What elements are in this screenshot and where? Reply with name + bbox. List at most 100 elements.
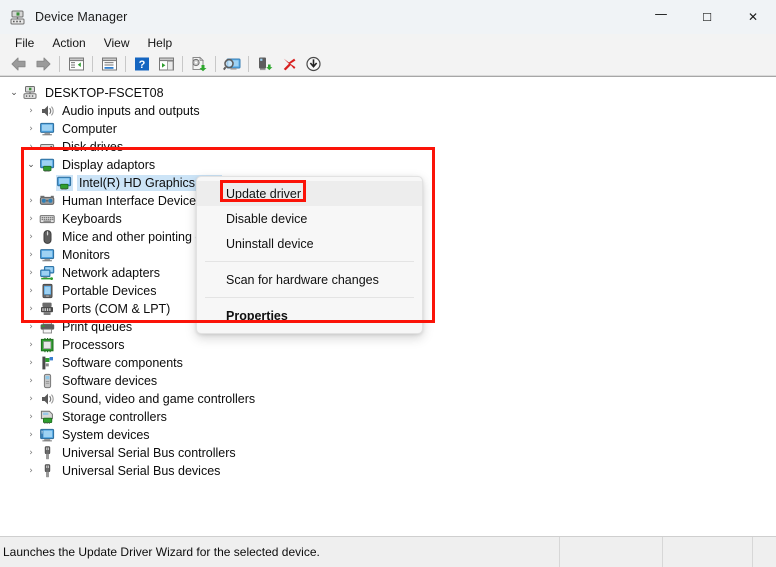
ctx-item-label: Properties <box>226 308 288 323</box>
tree-row-label: Ports (COM & LPT) <box>62 302 171 316</box>
status-bar: Launches the Update Driver Wizard for th… <box>0 536 776 567</box>
minimize-button[interactable]: — <box>638 0 684 34</box>
chevron-right-icon[interactable]: › <box>23 408 39 426</box>
help-icon[interactable]: ? <box>130 53 154 75</box>
back-icon[interactable] <box>7 53 31 75</box>
tree-row-label: Audio inputs and outputs <box>62 104 200 118</box>
title-bar: Device Manager — ☐ ✕ <box>0 0 776 34</box>
ctx-properties[interactable]: Properties <box>197 303 422 328</box>
chevron-right-icon[interactable]: › <box>23 372 39 390</box>
minimize-icon: — <box>654 6 668 22</box>
disable-device-icon[interactable] <box>301 53 325 75</box>
tree-row-label: Human Interface Devices <box>62 194 203 208</box>
processor-icon <box>39 337 56 353</box>
tree-row-computer[interactable]: › Computer <box>0 120 776 138</box>
chevron-right-icon[interactable]: › <box>23 354 39 372</box>
ctx-update-driver[interactable]: Update driver <box>197 181 422 206</box>
mouse-icon <box>39 229 56 245</box>
chevron-right-icon[interactable]: › <box>23 444 39 462</box>
chevron-right-icon[interactable]: › <box>23 462 39 480</box>
chevron-right-icon[interactable]: › <box>23 336 39 354</box>
scan-for-hardware-changes-icon[interactable] <box>220 53 244 75</box>
window-controls: — ☐ ✕ <box>638 0 776 34</box>
ctx-scan-for-hardware-changes[interactable]: Scan for hardware changes <box>197 267 422 292</box>
display-adapter-icon <box>56 175 73 191</box>
disk-drive-icon <box>39 139 56 155</box>
menu-file[interactable]: File <box>6 35 43 52</box>
maximize-button[interactable]: ☐ <box>684 0 730 34</box>
tree-row-software-components[interactable]: › Software components <box>0 354 776 372</box>
menu-action[interactable]: Action <box>43 35 94 52</box>
tree-row-label: Portable Devices <box>62 284 157 298</box>
printer-icon <box>39 319 56 335</box>
system-device-icon <box>39 427 56 443</box>
tree-row-label: Network adapters <box>62 266 160 280</box>
tree-row-software-devices[interactable]: › Software devices <box>0 372 776 390</box>
chevron-right-icon[interactable]: › <box>23 210 39 228</box>
window-title: Device Manager <box>35 10 128 24</box>
properties-icon[interactable] <box>97 53 121 75</box>
tree-row-label: Processors <box>62 338 125 352</box>
context-menu-separator <box>205 297 414 298</box>
menu-help[interactable]: Help <box>139 35 182 52</box>
chevron-down-icon[interactable]: ⌄ <box>23 156 39 174</box>
tree-row-system-devices[interactable]: › System devices <box>0 426 776 444</box>
device-manager-window: Device Manager — ☐ ✕ File Action View He… <box>0 0 776 567</box>
status-segment-4 <box>753 537 776 567</box>
toolbar-separator <box>92 55 93 72</box>
port-icon <box>39 301 56 317</box>
maximize-icon: ☐ <box>702 10 712 24</box>
chevron-right-icon[interactable]: › <box>23 192 39 210</box>
hid-icon <box>39 193 56 209</box>
chevron-right-icon[interactable]: › <box>23 102 39 120</box>
chevron-right-icon[interactable]: › <box>23 426 39 444</box>
tree-row-universal-serial-bus-controllers[interactable]: › Universal Serial Bus controllers <box>0 444 776 462</box>
tree-row-processors[interactable]: › Processors <box>0 336 776 354</box>
enable-device-icon[interactable] <box>253 53 277 75</box>
tree-row-label: Print queues <box>62 320 133 334</box>
storage-controller-icon <box>39 409 56 425</box>
usb-icon <box>39 463 56 479</box>
show-hide-console-tree-icon[interactable] <box>64 53 88 75</box>
status-segment-2 <box>560 536 663 567</box>
tree-row-disk-drives[interactable]: › Disk drives <box>0 138 776 156</box>
forward-icon[interactable] <box>31 53 55 75</box>
tree-row-label: Universal Serial Bus controllers <box>62 446 236 460</box>
chevron-right-icon[interactable]: › <box>23 300 39 318</box>
chevron-right-icon[interactable]: › <box>23 246 39 264</box>
chevron-right-icon[interactable]: › <box>23 228 39 246</box>
chevron-down-icon[interactable]: ⌄ <box>6 84 22 102</box>
svg-text:?: ? <box>139 59 146 71</box>
tree-row-universal-serial-bus-devices[interactable]: › Universal Serial Bus devices <box>0 462 776 480</box>
update-driver-icon[interactable] <box>187 53 211 75</box>
speaker-icon <box>39 391 56 407</box>
chevron-right-icon[interactable]: › <box>23 282 39 300</box>
tree-row-root[interactable]: ⌄ DESKTOP-FSCET08 <box>0 84 776 102</box>
speaker-icon <box>39 103 56 119</box>
tree-row-label: Disk drives <box>62 140 124 154</box>
chevron-right-icon[interactable]: › <box>23 120 39 138</box>
chevron-right-icon[interactable]: › <box>23 264 39 282</box>
tree-row-display-adaptors[interactable]: ⌄ Display adaptors <box>0 156 776 174</box>
monitor-icon <box>39 121 56 137</box>
uninstall-device-icon[interactable] <box>277 53 301 75</box>
ctx-item-label: Disable device <box>226 211 308 226</box>
show-hide-action-pane-icon[interactable] <box>154 53 178 75</box>
ctx-item-label: Update driver <box>226 186 302 201</box>
close-button[interactable]: ✕ <box>730 0 776 34</box>
ctx-uninstall-device[interactable]: Uninstall device <box>197 231 422 256</box>
tree-row-storage-controllers[interactable]: › Storage controllers <box>0 408 776 426</box>
chevron-right-icon[interactable]: › <box>23 318 39 336</box>
toolbar-separator <box>248 55 249 72</box>
tree-row-label: Computer <box>62 122 117 136</box>
tree-row-sound-video-and-game-controllers[interactable]: › Sound, video and game controllers <box>0 390 776 408</box>
menu-bar: File Action View Help <box>0 34 776 52</box>
context-menu-separator <box>205 261 414 262</box>
chevron-right-icon[interactable]: › <box>23 138 39 156</box>
device-context-menu[interactable]: Update driver Disable device Uninstall d… <box>196 176 423 334</box>
menu-view[interactable]: View <box>95 35 139 52</box>
ctx-disable-device[interactable]: Disable device <box>197 206 422 231</box>
tree-row-audio-inputs-and-outputs[interactable]: › Audio inputs and outputs <box>0 102 776 120</box>
computer-root-icon <box>22 85 39 101</box>
chevron-right-icon[interactable]: › <box>23 390 39 408</box>
